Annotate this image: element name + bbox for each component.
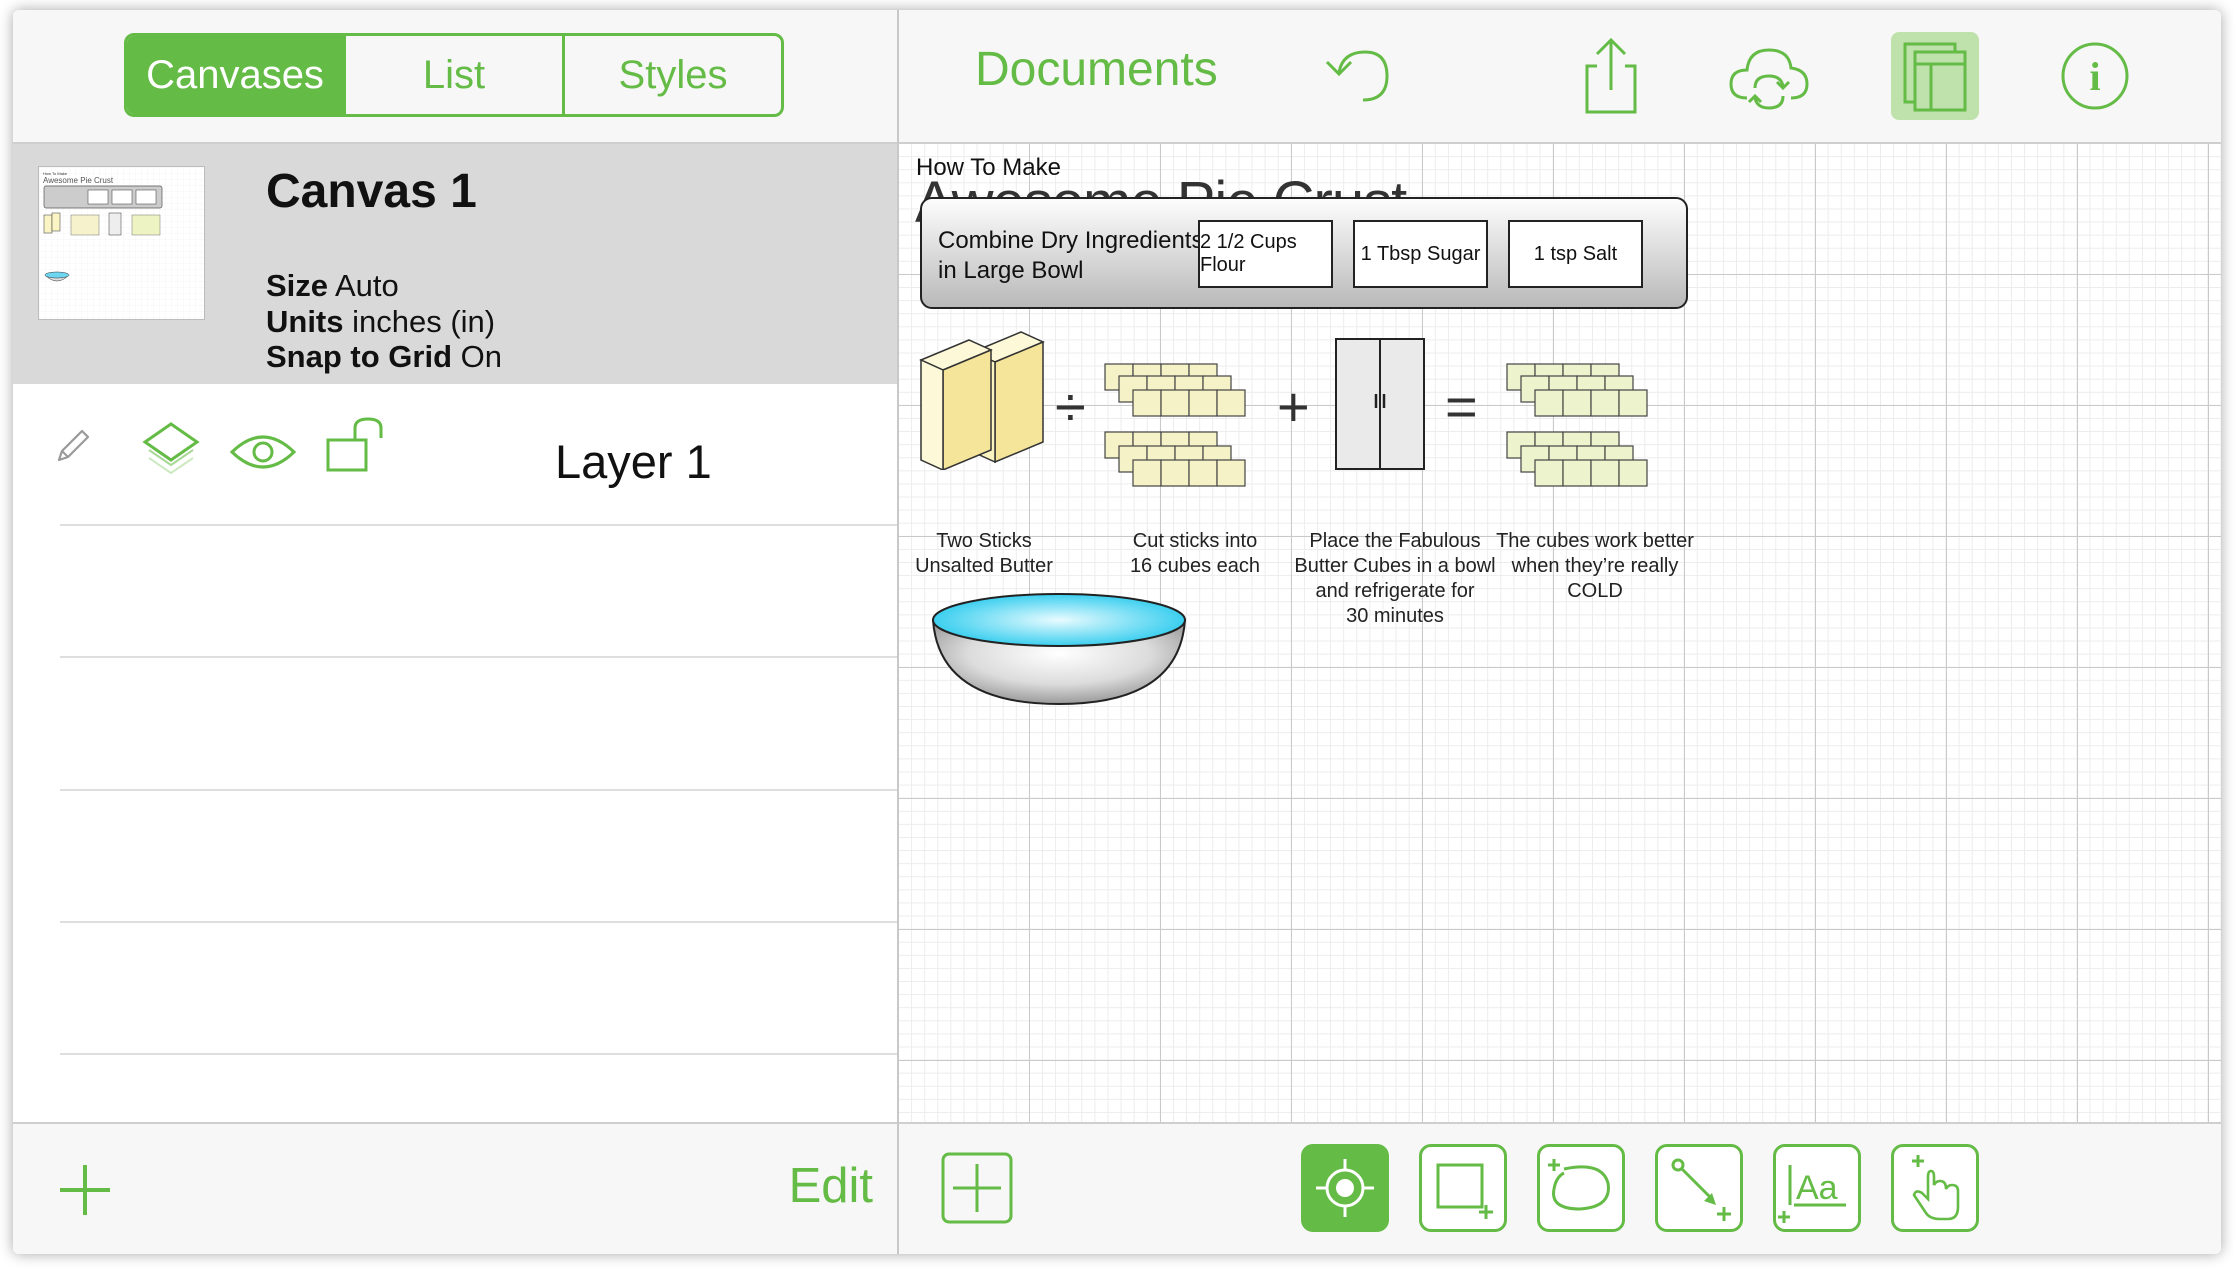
tools-bar: Aa (899, 1122, 2221, 1254)
freehand-tool-icon (1548, 1159, 1610, 1211)
divider (60, 656, 897, 658)
sidebar-toggle-icon (1903, 42, 1967, 112)
app-window: Canvases List Styles How To Make Awesome… (13, 10, 2221, 1254)
text-tool-button[interactable]: Aa (1773, 1144, 1861, 1232)
divider (60, 789, 897, 791)
bowl-shape[interactable] (929, 590, 1189, 710)
layer-list-item[interactable]: Layer 1 (13, 386, 897, 514)
svg-text:Aa: Aa (1796, 1169, 1838, 1207)
text-tool-icon: Aa (1778, 1165, 1846, 1223)
touch-tool-button[interactable] (1891, 1144, 1979, 1232)
refrigerator-shape[interactable] (1333, 336, 1427, 472)
eye-icon[interactable] (229, 432, 297, 472)
svg-text:Awesome Pie Crust: Awesome Pie Crust (43, 176, 114, 185)
ingredients-banner[interactable]: Combine Dry Ingredients in Large Bowl 2 … (920, 197, 1688, 309)
tab-list[interactable]: List (343, 36, 562, 114)
svg-text:i: i (2089, 54, 2100, 99)
sidebar: Canvases List Styles How To Make Awesome… (13, 10, 899, 1254)
undo-icon[interactable] (1317, 32, 1405, 120)
tab-canvases[interactable]: Canvases (127, 36, 343, 114)
canvas-thumbnail: How To Make Awesome Pie Crust (38, 166, 205, 320)
ingredient-box[interactable]: 1 tsp Salt (1508, 220, 1643, 288)
selection-tool-button[interactable] (1301, 1144, 1389, 1232)
canvas-name: Canvas 1 (266, 165, 477, 218)
canvas-units-prop: Units inches (in) (266, 304, 496, 339)
tab-styles[interactable]: Styles (562, 36, 781, 114)
view-segmented-control: Canvases List Styles (124, 33, 784, 117)
divider (60, 1053, 897, 1055)
info-icon[interactable]: i (2051, 32, 2139, 120)
ingredient-box[interactable]: 2 1/2 Cups Flour (1198, 220, 1333, 288)
cold-cubes-shape[interactable] (1501, 360, 1671, 500)
canvas-list-item[interactable]: How To Make Awesome Pie Crust Canvas 1 S… (13, 144, 897, 384)
equals-operator[interactable]: = (1445, 374, 1478, 439)
shape-tool-button[interactable] (1419, 1144, 1507, 1232)
caption-refrigerate[interactable]: Place the Fabulous Butter Cubes in a bowl… (1285, 529, 1505, 629)
selection-tool-icon (1316, 1159, 1374, 1217)
divide-operator[interactable]: ÷ (1055, 374, 1086, 439)
layer-icon[interactable] (141, 420, 201, 478)
caption-cold[interactable]: The cubes work better when they’re really… (1475, 529, 1715, 604)
add-canvas-icon[interactable] (933, 1144, 1021, 1232)
plus-operator[interactable]: + (1277, 374, 1310, 439)
pencil-icon[interactable] (53, 426, 93, 466)
caption-butter[interactable]: Two Sticks Unsalted Butter (899, 529, 1069, 579)
line-tool-icon (1671, 1158, 1731, 1221)
canvas-size-prop: Size Auto (266, 268, 399, 303)
shape-tool-icon (1436, 1163, 1493, 1219)
cloud-sync-icon[interactable] (1725, 32, 1813, 120)
divider (60, 524, 897, 526)
canvas-snap-prop: Snap to Grid On (266, 339, 502, 374)
layer-name: Layer 1 (555, 435, 712, 488)
freehand-tool-button[interactable] (1537, 1144, 1625, 1232)
sidebar-footer: Edit (13, 1122, 897, 1254)
ingredient-box[interactable]: 1 Tbsp Sugar (1353, 220, 1488, 288)
drawing-canvas[interactable]: How To Make Awesome Pie Crust Combine Dr… (899, 144, 2221, 1124)
butter-sticks-shape[interactable] (919, 330, 1049, 470)
butter-cubes-shape[interactable] (1099, 360, 1269, 500)
edit-button[interactable]: Edit (789, 1158, 873, 1214)
documents-button[interactable]: Documents (975, 42, 1218, 97)
banner-text: Combine Dry Ingredients in Large Bowl (938, 227, 1204, 284)
plus-icon[interactable] (57, 1162, 113, 1218)
divider (60, 921, 897, 923)
touch-tool-icon (1912, 1155, 1960, 1221)
line-tool-button[interactable] (1655, 1144, 1743, 1232)
main-toolbar: Documents i (899, 10, 2221, 144)
unlock-icon[interactable] (325, 416, 395, 474)
share-icon[interactable] (1567, 32, 1655, 120)
caption-cubes[interactable]: Cut sticks into 16 cubes each (1105, 529, 1285, 579)
sidebar-toggle-button[interactable] (1891, 32, 1979, 120)
sidebar-header: Canvases List Styles (13, 10, 897, 144)
